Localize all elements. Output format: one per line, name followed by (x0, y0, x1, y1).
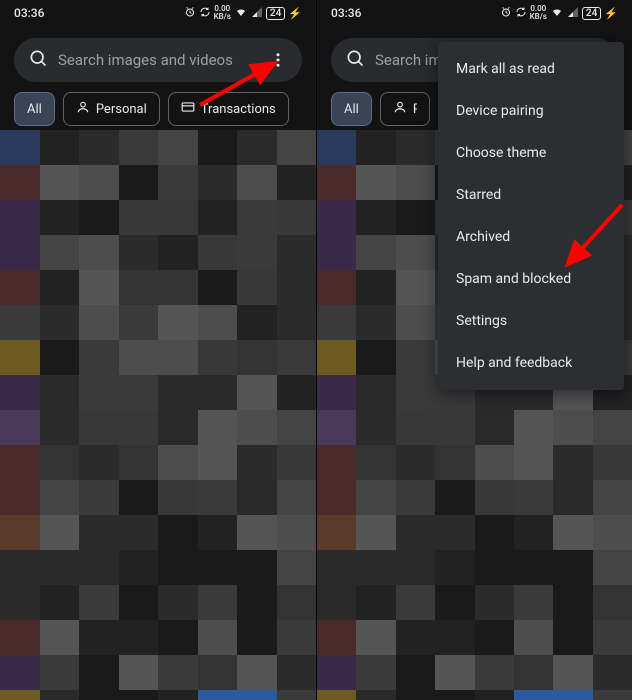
chip-personal[interactable]: Personal (380, 92, 430, 126)
search-placeholder: Search images and videos (58, 51, 254, 69)
sync-icon (515, 6, 527, 21)
status-bar: 03:36 0.00 KB/s 24 ⚡ (0, 0, 316, 26)
menu-mark-all-read[interactable]: Mark all as read (438, 48, 624, 90)
signal-icon (567, 6, 579, 21)
status-time: 03:36 (331, 6, 361, 20)
charging-icon: ⚡ (288, 7, 302, 20)
overflow-menu: Mark all as read Device pairing Choose t… (438, 42, 624, 390)
chip-all[interactable]: All (14, 92, 55, 126)
alarm-icon (500, 6, 512, 21)
chip-label: Personal (413, 102, 417, 117)
conversation-list-blurred (0, 130, 316, 700)
signal-icon (251, 6, 263, 21)
chip-label: Transactions (201, 102, 276, 117)
wifi-icon (550, 6, 564, 21)
alarm-icon (184, 6, 196, 21)
menu-help[interactable]: Help and feedback (438, 342, 624, 384)
menu-choose-theme[interactable]: Choose theme (438, 132, 624, 174)
battery-indicator: 24 (266, 7, 285, 20)
chip-transactions[interactable]: Transactions (168, 92, 289, 126)
chip-label: All (27, 102, 42, 117)
filter-chips: All Personal Transactions (0, 92, 316, 134)
person-icon (76, 100, 90, 118)
data-rate: 0.00 KB/s (214, 5, 231, 21)
menu-spam-blocked[interactable]: Spam and blocked (438, 258, 624, 300)
status-bar: 03:36 0.00 KB/s 24 ⚡ (317, 0, 632, 26)
search-icon (345, 48, 365, 72)
card-icon (181, 100, 195, 118)
screen-right: 03:36 0.00 KB/s 24 ⚡ (316, 0, 632, 700)
menu-device-pairing[interactable]: Device pairing (438, 90, 624, 132)
search-bar[interactable]: Search images and videos (14, 38, 302, 82)
chip-label: Personal (96, 102, 147, 117)
menu-settings[interactable]: Settings (438, 300, 624, 342)
chip-label: All (344, 102, 359, 117)
chip-personal[interactable]: Personal (63, 92, 160, 126)
search-icon (28, 48, 48, 72)
charging-icon: ⚡ (604, 7, 618, 20)
status-time: 03:36 (14, 6, 44, 20)
battery-indicator: 24 (582, 7, 601, 20)
sync-icon (199, 6, 211, 21)
menu-archived[interactable]: Archived (438, 216, 624, 258)
wifi-icon (234, 6, 248, 21)
data-rate: 0.00 KB/s (530, 5, 547, 21)
screen-left: 03:36 0.00 KB/s 24 ⚡ (0, 0, 316, 700)
menu-starred[interactable]: Starred (438, 174, 624, 216)
more-icon[interactable] (264, 46, 292, 74)
person-icon (393, 100, 407, 118)
chip-all[interactable]: All (331, 92, 372, 126)
